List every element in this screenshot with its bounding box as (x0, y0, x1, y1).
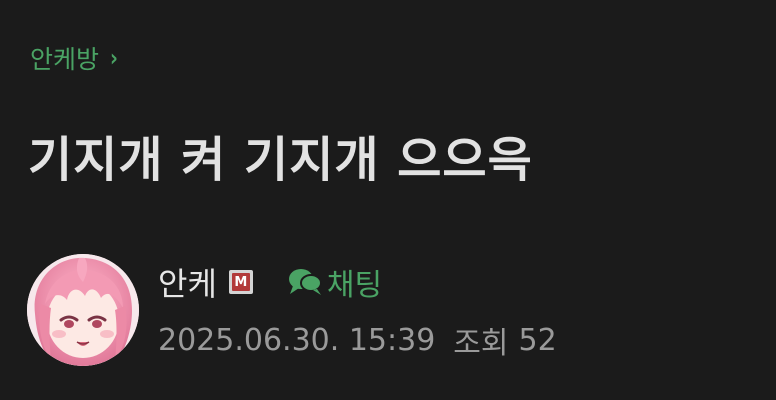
manager-badge: M (228, 270, 253, 294)
chat-button[interactable]: 채팅 (287, 260, 382, 304)
views-count: 52 (518, 322, 557, 358)
author-avatar[interactable] (27, 254, 139, 366)
author-nickname[interactable]: 안케 (158, 259, 217, 305)
chevron-right-icon: › (110, 44, 118, 72)
post-title: 기지개 켜 기지개 으으윽 (28, 132, 533, 188)
chat-bubble-icon (288, 269, 322, 295)
post-header: 안케방 › 기지개 켜 기지개 으으윽 안케 M 채팅 2025.06.30. … (0, 0, 776, 400)
views-label: 조회 (453, 326, 509, 361)
anime-avatar-icon (27, 254, 139, 366)
manager-badge-label: M (231, 273, 250, 291)
post-date: 2025.06.30. 15:39 (158, 322, 436, 358)
post-meta: 2025.06.30. 15:39 조회 52 (158, 318, 557, 362)
chat-label: 채팅 (326, 268, 383, 303)
board-link[interactable]: 안케방 › (30, 40, 119, 76)
board-name: 안케방 (30, 45, 100, 74)
author-row: 안케 M 채팅 (158, 259, 382, 305)
